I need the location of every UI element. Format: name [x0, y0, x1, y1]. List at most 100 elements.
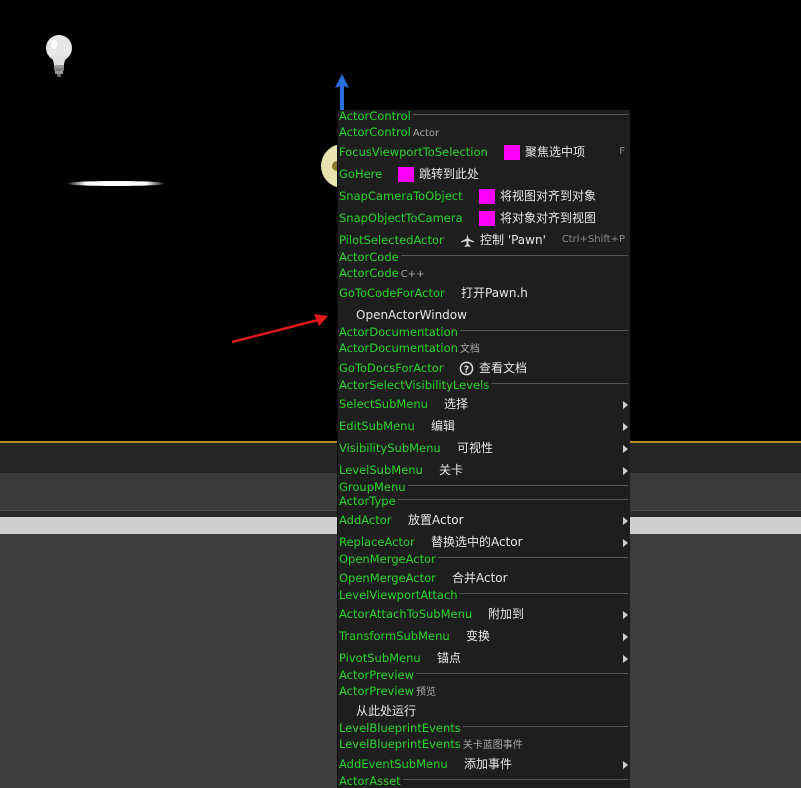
menu-item-label: OpenActorWindow	[356, 308, 467, 322]
menu-item[interactable]: GoHere 跳转到此处	[338, 163, 630, 185]
submenu-arrow-icon	[623, 655, 628, 663]
menu-item-id: PivotSubMenu	[339, 651, 421, 665]
menu-item[interactable]: PivotSubMenu 锚点	[338, 647, 630, 669]
menu-section-name: ActorControl	[339, 110, 413, 123]
menu-item[interactable]: GoToCodeForActor 打开Pawn.h	[338, 282, 630, 304]
menu-item[interactable]: SelectSubMenu 选择	[338, 393, 630, 415]
point-light-icon[interactable]	[44, 34, 74, 78]
menu-section-title: ActorCode C++	[338, 265, 630, 282]
menu-item-label: 关卡	[439, 463, 464, 477]
menu-item-id: ReplaceActor	[339, 535, 415, 549]
menu-item-label: 锚点	[437, 651, 462, 665]
menu-section-id: ActorControl	[339, 125, 411, 139]
menu-section-id: ActorCode	[339, 266, 399, 280]
menu-section-header: ActorCode	[338, 251, 630, 265]
menu-section-name: GroupMenu	[339, 480, 408, 494]
menu-item[interactable]: VisibilitySubMenu 可视性	[338, 437, 630, 459]
annotation-red-arrow-icon	[231, 314, 328, 344]
menu-item[interactable]: OpenActorWindow	[338, 304, 630, 326]
menu-item-label: 选择	[444, 397, 469, 411]
menu-item-id: GoToDocsForActor	[339, 361, 444, 375]
menu-item-id: FocusViewportToSelection	[339, 145, 488, 159]
menu-item-id: SnapObjectToCamera	[339, 211, 463, 225]
plane-mesh[interactable]	[66, 181, 166, 186]
menu-item-label: 聚焦选中项	[525, 145, 586, 159]
submenu-arrow-icon	[623, 445, 628, 453]
submenu-arrow-icon	[623, 633, 628, 641]
menu-section-id: LevelBlueprintEvents	[339, 737, 461, 751]
color-swatch	[504, 145, 520, 160]
menu-section-header: ActorSelectVisibilityLevels	[338, 379, 630, 393]
menu-section-label: Actor	[412, 128, 440, 139]
menu-section-label: 预览	[416, 687, 437, 698]
menu-item-shortcut: F	[619, 146, 625, 157]
menu-item[interactable]: AddEventSubMenu 添加事件	[338, 753, 630, 775]
menu-item-label: 附加到	[488, 607, 525, 621]
menu-item[interactable]: OpenMergeActor 合并Actor	[338, 567, 630, 589]
menu-item[interactable]: FocusViewportToSelection 聚焦选中项 F	[338, 141, 630, 163]
color-swatch	[398, 167, 414, 182]
menu-section-name: ActorAsset	[339, 774, 403, 788]
menu-item-id: SnapCameraToObject	[339, 189, 463, 203]
menu-item-label: 跳转到此处	[419, 167, 480, 181]
menu-item-label: 编辑	[431, 419, 456, 433]
transform-gizmo-z-arrow-icon[interactable]	[334, 74, 350, 112]
menu-item-label: 变换	[466, 629, 491, 643]
menu-item-label: 合并Actor	[452, 571, 508, 585]
svg-text:?: ?	[464, 364, 469, 375]
submenu-arrow-icon	[623, 517, 628, 525]
menu-section-label: 关卡蓝图事件	[462, 740, 523, 751]
menu-item-label: 从此处运行	[356, 704, 417, 718]
menu-item-id: GoHere	[339, 167, 383, 181]
menu-section-name: ActorType	[339, 494, 398, 508]
menu-section-name: OpenMergeActor	[339, 552, 438, 566]
menu-section-name: LevelBlueprintEvents	[339, 721, 463, 735]
help-icon: ?	[459, 361, 474, 376]
menu-section-title: ActorDocumentation 文档	[338, 340, 630, 357]
airplane-icon	[460, 233, 475, 248]
menu-item-label: 控制 'Pawn'	[480, 233, 546, 247]
menu-item[interactable]: GoToDocsForActor? 查看文档	[338, 357, 630, 379]
menu-item-id: ActorAttachToSubMenu	[339, 607, 473, 621]
submenu-arrow-icon	[623, 423, 628, 431]
submenu-arrow-icon	[623, 761, 628, 769]
menu-section-header: ActorPreview	[338, 669, 630, 683]
menu-item[interactable]: PilotSelectedActor 控制 'Pawn' Ctrl+Shift+P	[338, 229, 630, 251]
submenu-arrow-icon	[623, 539, 628, 547]
menu-item-id: AddEventSubMenu	[339, 757, 448, 771]
menu-item[interactable]: LevelSubMenu 关卡	[338, 459, 630, 481]
menu-section-header: ActorControl	[338, 110, 630, 124]
menu-item[interactable]: SnapObjectToCamera 将对象对齐到视图	[338, 207, 630, 229]
menu-item-label: 添加事件	[464, 757, 513, 771]
menu-item-label: 查看文档	[479, 361, 528, 375]
menu-section-id: ActorPreview	[339, 684, 415, 698]
menu-section-title: LevelBlueprintEvents 关卡蓝图事件	[338, 736, 630, 753]
menu-item-label: 可视性	[457, 441, 494, 455]
menu-section-title: ActorPreview 预览	[338, 683, 630, 700]
menu-section-name: ActorDocumentation	[339, 325, 460, 339]
menu-item[interactable]: ReplaceActor 替换选中的Actor	[338, 531, 630, 553]
menu-item[interactable]: 从此处运行	[338, 700, 630, 722]
menu-item-label: 放置Actor	[408, 513, 464, 527]
menu-section-title: ActorControl Actor	[338, 124, 630, 141]
menu-section-header: LevelBlueprintEvents	[338, 722, 630, 736]
menu-section-name: LevelViewportAttach	[339, 588, 460, 602]
menu-item[interactable]: ActorAttachToSubMenu 附加到	[338, 603, 630, 625]
menu-item[interactable]: SnapCameraToObject 将视图对齐到对象	[338, 185, 630, 207]
menu-section-header: OpenMergeActor	[338, 553, 630, 567]
menu-item-id: VisibilitySubMenu	[339, 441, 441, 455]
menu-item[interactable]: AddActor 放置Actor	[338, 509, 630, 531]
menu-section-label: 文档	[459, 344, 480, 355]
menu-section-name: ActorCode	[339, 250, 401, 264]
menu-item[interactable]: TransformSubMenu 变换	[338, 625, 630, 647]
menu-item-label: 打开Pawn.h	[461, 286, 528, 300]
menu-item-id: AddActor	[339, 513, 392, 527]
submenu-arrow-icon	[623, 401, 628, 409]
menu-section-header: ActorDocumentation	[338, 326, 630, 340]
color-swatch	[479, 211, 495, 226]
menu-item-id: SelectSubMenu	[339, 397, 428, 411]
menu-item-label: 将对象对齐到视图	[500, 211, 597, 225]
menu-item[interactable]: EditSubMenu 编辑	[338, 415, 630, 437]
actor-context-menu: ActorControl ActorControl Actor FocusViewpo…	[337, 110, 630, 788]
menu-section-id: ActorDocumentation	[339, 341, 458, 355]
